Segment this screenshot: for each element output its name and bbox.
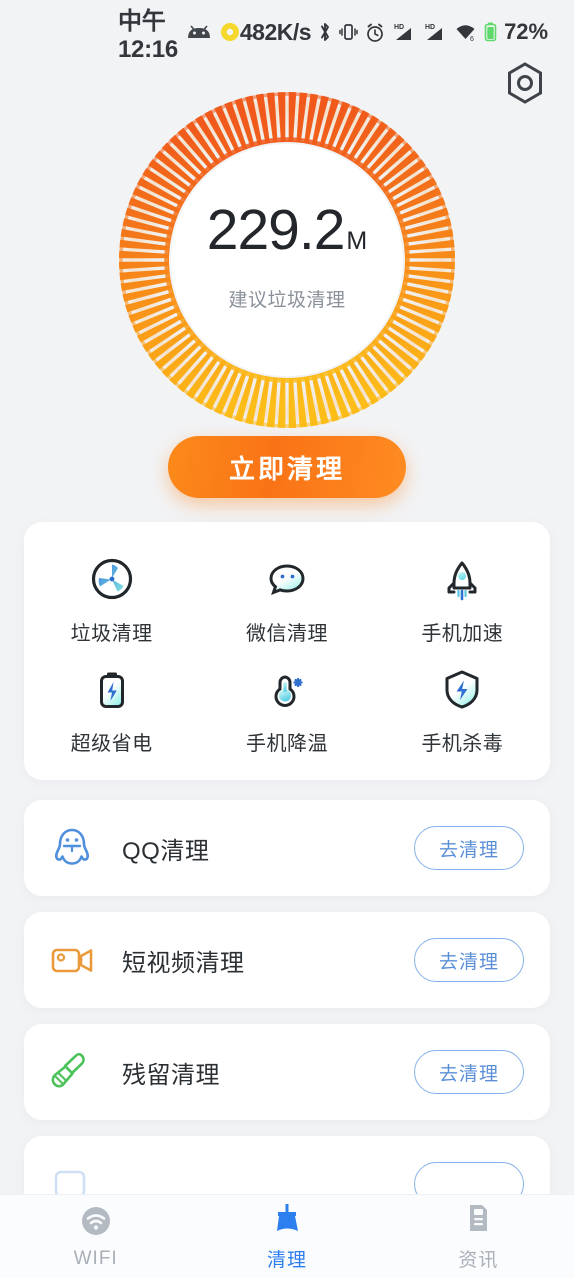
news-doc-icon (460, 1201, 496, 1240)
tool-phone-cooling[interactable]: 手机降温 (199, 654, 374, 764)
brightness-dot-icon (220, 22, 240, 42)
tool-label: 超级省电 (70, 732, 153, 755)
tool-label: 手机加速 (421, 622, 504, 645)
hex-settings-icon (504, 61, 546, 110)
go-clean-button[interactable]: 去清理 (414, 826, 524, 870)
list-item-label: 短视频清理 (122, 949, 245, 977)
alarm-clock-icon (365, 22, 385, 43)
network-speed: 482K/s (239, 18, 312, 45)
nav-tab-wifi[interactable]: WIFI (0, 1195, 191, 1278)
storage-gauge: 229.2 M 建议垃圾清理 (115, 88, 459, 432)
battery-percent: 72% (504, 19, 549, 44)
list-item-label: 残留清理 (122, 1061, 220, 1089)
app-root: 中午12:16 482K/s HD HD 6 72% 229.2 M 建议垃圾清… (0, 0, 574, 1278)
svg-text:6: 6 (470, 36, 474, 42)
tool-label: 垃圾清理 (70, 622, 153, 645)
go-clean-button[interactable]: 去清理 (414, 1050, 524, 1094)
nav-label: 清理 (266, 1250, 307, 1271)
shield-bolt-icon (438, 663, 486, 715)
wifi-icon: 6 (454, 22, 477, 42)
bottom-navigation: WIFI 清理 资讯 (0, 1194, 574, 1278)
tool-label: 手机杀毒 (421, 732, 504, 755)
wechat-bubble-icon (263, 553, 311, 605)
battery-icon (484, 21, 497, 43)
hd-signal-icon: HD (392, 21, 416, 43)
list-item-label: QQ清理 (122, 837, 210, 865)
status-time: 中午12:16 (118, 7, 178, 63)
clean-now-button[interactable]: 立即清理 (168, 436, 406, 498)
gauge-center: 229.2 M 建议垃圾清理 (171, 144, 403, 376)
tools-row-1: 垃圾清理 微信清理 手机加速 (24, 544, 550, 654)
gauge-unit: M (346, 227, 368, 255)
hd-signal-icon: HD (423, 21, 447, 43)
android-robot-icon (186, 24, 212, 40)
tool-power-save[interactable]: 超级省电 (24, 654, 199, 764)
gauge-number: 229.2 (206, 198, 346, 262)
status-bar-left: 中午12:16 (118, 1, 240, 64)
tool-phone-boost[interactable]: 手机加速 (375, 544, 550, 654)
rocket-icon (438, 553, 486, 605)
status-bar-right: 482K/s HD HD 6 72% (240, 19, 548, 46)
list-item-qq-clean[interactable]: QQ清理 去清理 (24, 800, 550, 896)
wifi-nav-icon (78, 1204, 114, 1243)
tool-junk-clean[interactable]: 垃圾清理 (24, 544, 199, 654)
qq-penguin-icon (50, 825, 108, 871)
svg-text:HD: HD (425, 24, 435, 31)
bluetooth-icon (318, 21, 332, 43)
gauge-subtitle: 建议垃圾清理 (228, 290, 346, 311)
list-item-residual-clean[interactable]: 残留清理 去清理 (24, 1024, 550, 1120)
go-clean-button[interactable]: 去清理 (414, 938, 524, 982)
nav-label: WIFI (73, 1247, 118, 1269)
broom-nav-icon (269, 1201, 305, 1240)
nav-label: 资讯 (458, 1250, 499, 1271)
tools-row-2: 超级省电 手机降温 手机杀毒 (24, 654, 550, 764)
battery-bolt-icon (88, 663, 136, 715)
status-bar: 中午12:16 482K/s HD HD 6 72% (0, 0, 574, 64)
settings-button[interactable] (502, 61, 548, 110)
gauge-value-row: 229.2 M (207, 202, 367, 259)
list-item-short-video-clean[interactable]: 短视频清理 去清理 (24, 912, 550, 1008)
thermometer-snow-icon (263, 663, 311, 715)
video-camera-icon (50, 942, 108, 978)
tool-wechat-clean[interactable]: 微信清理 (199, 544, 374, 654)
tools-grid: 垃圾清理 微信清理 手机加速 超级省电 手机降温 手机杀毒 (24, 522, 550, 780)
tool-label: 微信清理 (245, 622, 328, 645)
nav-tab-news[interactable]: 资讯 (383, 1195, 574, 1278)
fan-circle-icon (88, 553, 136, 605)
vibrate-icon (339, 21, 358, 43)
svg-text:HD: HD (394, 24, 404, 31)
broom-icon (50, 1050, 108, 1094)
nav-tab-clean[interactable]: 清理 (191, 1195, 382, 1278)
tool-antivirus[interactable]: 手机杀毒 (375, 654, 550, 764)
tool-label: 手机降温 (245, 732, 328, 755)
